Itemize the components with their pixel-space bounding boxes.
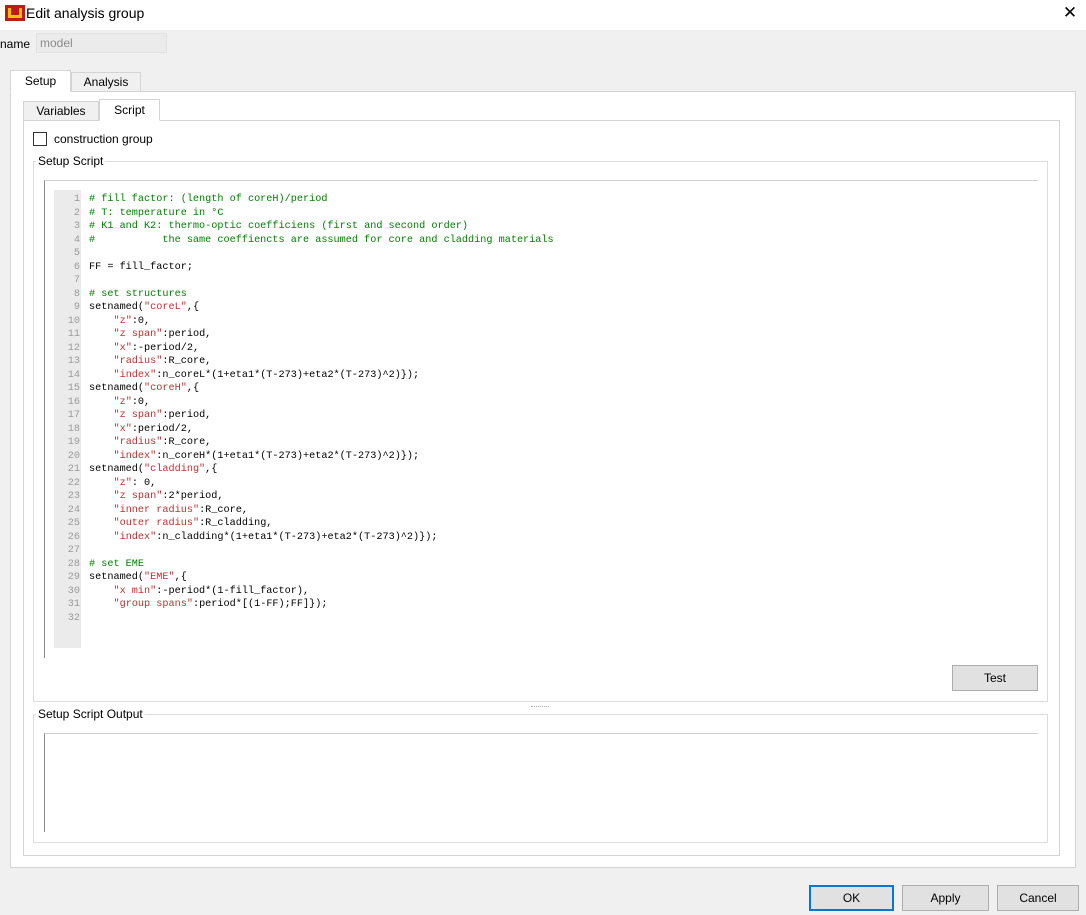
setup-script-title: Setup Script: [36, 154, 106, 168]
line-number: 4: [73, 234, 80, 246]
code-line: 27: [54, 544, 554, 558]
line-number: 24: [67, 504, 80, 516]
line-number: 5: [73, 248, 80, 259]
test-button[interactable]: Test: [952, 665, 1038, 691]
line-number: 31: [67, 599, 80, 610]
code-line: 25 "outer radius":R_cladding,: [54, 517, 554, 531]
code-line: 3 # K1 and K2: thermo-optic coefficiens (…: [54, 220, 554, 234]
code-line: 24 "inner radius":R_core,: [54, 504, 554, 518]
close-icon[interactable]: ✕: [1058, 3, 1082, 25]
code-line: 8 # set structures: [54, 288, 554, 302]
code-line: 6 FF = fill_factor;: [54, 261, 554, 275]
line-number: 14: [67, 369, 80, 381]
code-line: 32: [54, 612, 554, 626]
line-number: 19: [67, 437, 80, 448]
title-bar: [0, 0, 1086, 30]
line-number: 6: [73, 261, 80, 273]
line-number: 32: [67, 612, 80, 624]
code-line: 31 "group spans":period*[(1-FF);FF]});: [54, 598, 554, 612]
tab-setup[interactable]: Setup: [10, 70, 71, 92]
code-line: 28 # set EME: [54, 558, 554, 572]
apply-button[interactable]: Apply: [902, 885, 989, 911]
code-line: 30 "x min":-period*(1-fill_factor),: [54, 585, 554, 599]
code-line: 20 "index":n_coreH*(1+eta1*(T-273)+eta2*…: [54, 450, 554, 464]
line-number: 9: [73, 302, 80, 313]
name-input[interactable]: model: [36, 33, 167, 53]
line-number: 10: [67, 315, 80, 327]
code-line: 10 "z":0,: [54, 315, 554, 329]
code-line: 14 "index":n_coreL*(1+eta1*(T-273)+eta2*…: [54, 369, 554, 383]
line-number: 15: [67, 383, 80, 394]
line-number: 12: [67, 342, 80, 354]
window-title: Edit analysis group: [26, 5, 145, 21]
ok-button[interactable]: OK: [809, 885, 894, 911]
construction-group-label: construction group: [54, 132, 153, 146]
line-number: 2: [73, 207, 80, 219]
line-number: 13: [67, 356, 80, 367]
code-line: 29 setnamed("EME",{: [54, 571, 554, 585]
script-code[interactable]: 1 # fill factor: (length of coreH)/period…: [54, 193, 554, 625]
construction-group-checkbox[interactable]: [33, 132, 47, 146]
code-line: 17 "z span":period,: [54, 409, 554, 423]
code-line: 23 "z span":2*period,: [54, 490, 554, 504]
line-number: 1: [73, 194, 80, 205]
line-number: 8: [73, 288, 80, 300]
tab-variables[interactable]: Variables: [23, 101, 99, 121]
code-line: 5: [54, 247, 554, 261]
code-line: 18 "x":period/2,: [54, 423, 554, 437]
line-number: 7: [73, 275, 80, 286]
code-line: 21 setnamed("cladding",{: [54, 463, 554, 477]
code-line: 11 "z span":period,: [54, 328, 554, 342]
splitter-handle[interactable]: [531, 706, 549, 709]
code-line: 13 "radius":R_core,: [54, 355, 554, 369]
line-number: 27: [67, 545, 80, 556]
line-number: 22: [67, 477, 80, 489]
code-line: 9 setnamed("coreL",{: [54, 301, 554, 315]
code-line: 15 setnamed("coreH",{: [54, 382, 554, 396]
code-line: 7: [54, 274, 554, 288]
line-number: 18: [67, 423, 80, 435]
line-number: 11: [67, 329, 80, 340]
line-number: 17: [67, 410, 80, 421]
code-line: 19 "radius":R_core,: [54, 436, 554, 450]
tab-analysis[interactable]: Analysis: [71, 72, 141, 92]
tab-script[interactable]: Script: [99, 99, 160, 121]
line-number: 30: [67, 585, 80, 597]
code-line: 1 # fill factor: (length of coreH)/period: [54, 193, 554, 207]
code-line: 12 "x":-period/2,: [54, 342, 554, 356]
code-line: 26 "index":n_cladding*(1+eta1*(T-273)+et…: [54, 531, 554, 545]
code-line: 2 # T: temperature in °C: [54, 207, 554, 221]
line-number: 16: [67, 396, 80, 408]
app-logo-icon: [5, 5, 25, 21]
name-label: name: [0, 37, 31, 51]
line-number: 21: [67, 464, 80, 475]
cancel-button[interactable]: Cancel: [997, 885, 1079, 911]
line-number: 26: [67, 531, 80, 543]
line-number: 23: [67, 491, 80, 502]
script-output-box[interactable]: [44, 733, 1038, 832]
line-number: 28: [67, 558, 80, 570]
code-line: 4 # the same coeffiencts are assumed for …: [54, 234, 554, 248]
line-number: 29: [67, 572, 80, 583]
line-number: 3: [73, 221, 80, 232]
setup-script-output-title: Setup Script Output: [36, 707, 145, 721]
code-line: 22 "z": 0,: [54, 477, 554, 491]
line-number: 20: [67, 450, 80, 462]
code-line: 16 "z":0,: [54, 396, 554, 410]
line-number: 25: [67, 518, 80, 529]
